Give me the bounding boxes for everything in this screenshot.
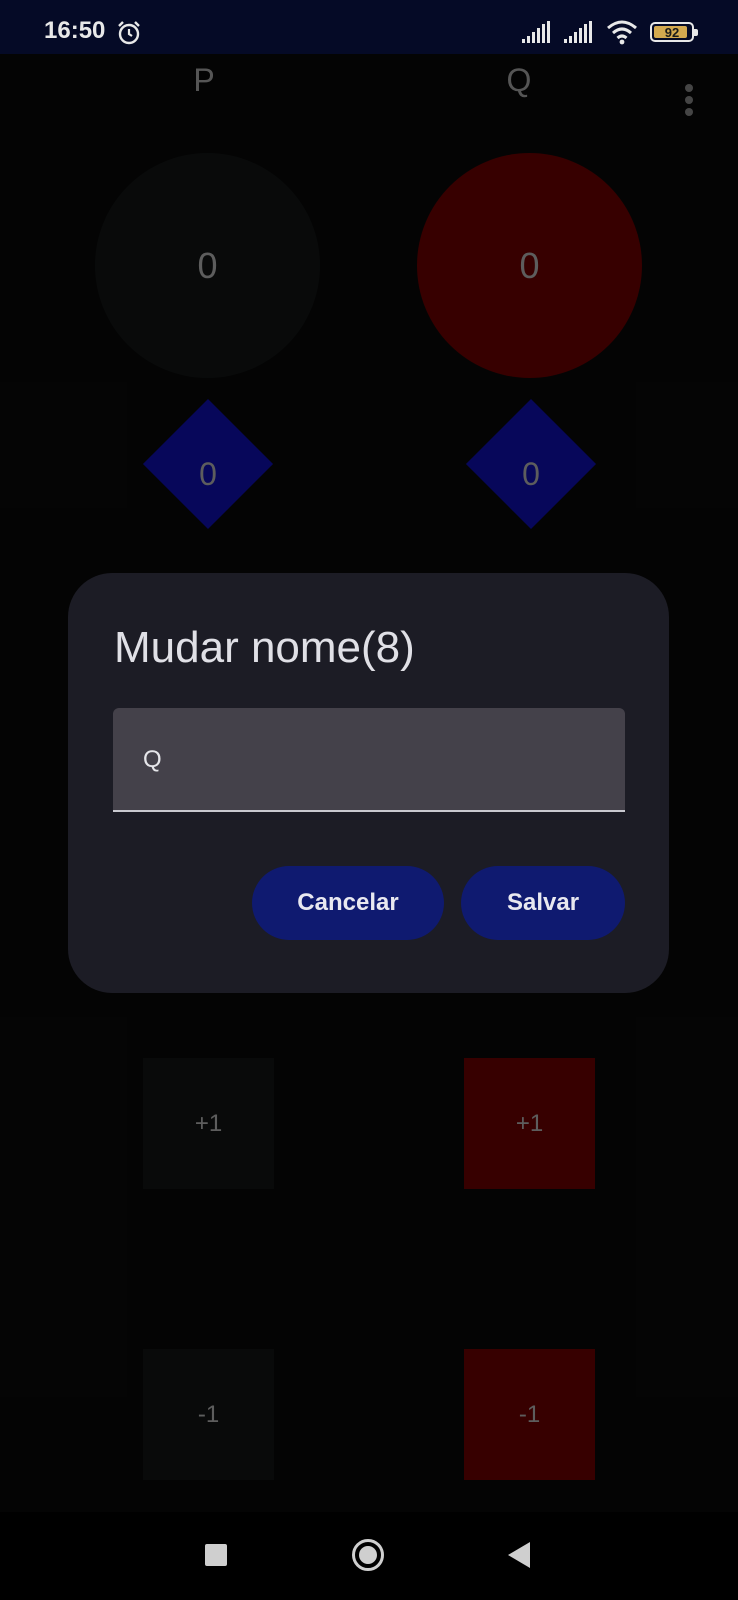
cancel-button[interactable]: Cancelar (252, 866, 444, 940)
back-icon[interactable] (508, 1542, 530, 1568)
battery-icon: 92 (650, 22, 698, 42)
home-icon[interactable] (352, 1539, 384, 1571)
dialog-title: Mudar nome(8) (114, 623, 415, 672)
signal-icon (522, 21, 550, 43)
battery-level: 92 (664, 24, 680, 40)
name-field[interactable] (113, 708, 625, 812)
status-bar: 16:50 92 (0, 0, 738, 54)
rename-dialog: Mudar nome(8) Cancelar Salvar (68, 573, 669, 993)
recents-icon[interactable] (205, 1544, 227, 1566)
alarm-icon (118, 21, 140, 45)
name-input[interactable] (143, 738, 603, 782)
save-button[interactable]: Salvar (461, 866, 625, 940)
signal-icon (564, 21, 592, 43)
status-time: 16:50 (44, 17, 106, 44)
wifi-icon (607, 20, 637, 45)
status-icons: 92 (522, 18, 698, 46)
